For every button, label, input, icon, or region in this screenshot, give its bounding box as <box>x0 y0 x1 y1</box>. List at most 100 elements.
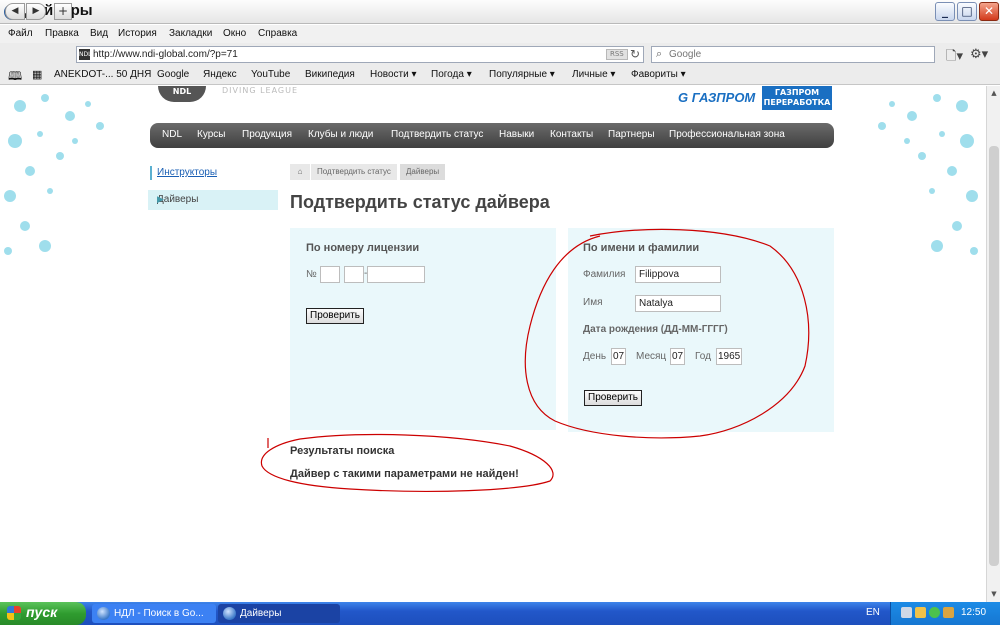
sidebar-item-label[interactable]: Инструкторы <box>157 167 217 178</box>
reload-icon[interactable]: ↻ <box>630 47 640 61</box>
license-number-field[interactable] <box>367 266 425 283</box>
maximize-button[interactable]: □ <box>957 2 977 21</box>
bookmarks-bar: 🕮 ▦ ANEKDOT-... 50 ДНЯ Google Яндекс You… <box>0 66 1000 85</box>
network-icon[interactable] <box>901 607 912 618</box>
surname-field[interactable] <box>635 266 721 283</box>
system-tray: 12:50 <box>890 602 1000 625</box>
license-check-button[interactable]: Проверить <box>306 308 365 324</box>
sidebar-item-instructors[interactable]: Инструкторы <box>148 164 278 184</box>
nav-courses[interactable]: Курсы <box>197 129 225 140</box>
bookmark-anekdot[interactable]: ANEKDOT-... 50 ДНЯ <box>54 69 151 80</box>
site-favicon-icon: NDL <box>79 49 92 60</box>
scroll-up-icon[interactable]: ▲ <box>988 87 1000 99</box>
chevron-right-icon: ▶ <box>157 194 164 204</box>
scroll-down-icon[interactable]: ▼ <box>988 588 1000 600</box>
menu-history[interactable]: История <box>118 28 157 39</box>
nav-pro-zone[interactable]: Профессиональная зона <box>669 129 785 140</box>
license-number-label: № <box>306 269 317 280</box>
results-heading: Результаты поиска <box>290 445 395 457</box>
menu-file[interactable]: Файл <box>8 28 33 39</box>
name-field[interactable] <box>635 295 721 312</box>
nav-clubs[interactable]: Клубы и люди <box>308 129 373 140</box>
vertical-scrollbar[interactable]: ▲ ▼ <box>986 86 1000 602</box>
language-indicator[interactable]: EN <box>866 607 880 618</box>
license-prefix-field[interactable] <box>320 266 340 283</box>
home-icon[interactable]: ⌂ <box>290 164 310 180</box>
dob-label: Дата рождения (ДД-ММ-ГГГГ) <box>583 324 728 335</box>
bookmark-popular[interactable]: Популярные ▾ <box>489 69 555 80</box>
nav-verify-status[interactable]: Подтвердить статус <box>391 129 483 140</box>
search-input[interactable] <box>669 48 929 61</box>
gazprom-pererabotka-logo[interactable]: ГАЗПРОМ ПЕРЕРАБОТКА <box>762 86 832 110</box>
gazprom-logo[interactable]: G ГАЗПРОМ <box>678 90 755 105</box>
menu-view[interactable]: Вид <box>90 28 108 39</box>
nav-ndl[interactable]: NDL <box>162 129 182 140</box>
address-url[interactable]: http://www.ndi-global.com/?p=71 <box>93 49 238 60</box>
bookmark-yandex[interactable]: Яндекс <box>203 69 237 80</box>
bookmark-wikipedia[interactable]: Википедия <box>305 69 355 80</box>
day-field[interactable] <box>611 348 626 365</box>
license-series-field[interactable] <box>344 266 364 283</box>
window-titlebar: Дайверы _ □ ✕ <box>0 0 1000 24</box>
results-message: Дайвер с такими параметрами не найден! <box>290 468 519 480</box>
browser-globe-icon <box>97 607 110 620</box>
month-label: Месяц <box>636 351 667 362</box>
windows-logo-icon <box>7 606 21 620</box>
clock: 12:50 <box>961 607 987 618</box>
scrollbar-thumb[interactable] <box>989 146 999 566</box>
page-title: Подтвердить статус дайвера <box>290 192 550 212</box>
grid-icon[interactable]: ▦ <box>32 68 42 81</box>
menu-bar: Файл Правка Вид История Закладки Окно Сп… <box>0 25 1000 43</box>
day-label: День <box>583 351 607 362</box>
nav-contacts[interactable]: Контакты <box>550 129 593 140</box>
breadcrumb-verify-status[interactable]: Подтвердить статус <box>311 164 397 180</box>
name-form-heading: По имени и фамилии <box>583 242 700 254</box>
address-bar[interactable]: NDL http://www.ndi-global.com/?p=71 RSS … <box>76 46 644 63</box>
add-bookmark-button[interactable]: + <box>54 3 72 20</box>
license-search-form: По номеру лицензии № - Проверить <box>290 228 556 430</box>
open-book-icon[interactable]: 🕮 <box>8 67 22 88</box>
bookmark-favorites[interactable]: Фавориты ▾ <box>631 69 686 80</box>
menu-window[interactable]: Окно <box>223 28 246 39</box>
windows-taskbar: пуск НДЛ - Поиск в Go... Дайверы EN 12:5… <box>0 602 1000 625</box>
site-navigation: NDL Курсы Продукция Клубы и люди Подтвер… <box>150 123 834 148</box>
security-shield-icon[interactable] <box>915 607 926 618</box>
start-button[interactable]: пуск <box>0 602 86 625</box>
menu-help[interactable]: Справка <box>258 28 297 39</box>
minimize-button[interactable]: _ <box>935 2 955 21</box>
name-search-form: По имени и фамилии Фамилия Имя Дата рожд… <box>568 228 834 432</box>
nav-partners[interactable]: Партнеры <box>608 129 655 140</box>
forward-button[interactable]: ▶ <box>26 3 46 20</box>
bookmark-youtube[interactable]: YouTube <box>251 69 290 80</box>
search-box[interactable]: ⌕ <box>651 46 935 63</box>
bookmark-personal[interactable]: Личные ▾ <box>572 69 615 80</box>
year-field[interactable] <box>716 348 742 365</box>
back-button[interactable]: ◀ <box>5 3 25 20</box>
status-icon[interactable] <box>929 607 940 618</box>
close-button[interactable]: ✕ <box>979 2 999 21</box>
ndl-logo[interactable]: NDL <box>158 86 206 102</box>
taskbar-item-ndl-search[interactable]: НДЛ - Поиск в Go... <box>92 604 216 623</box>
bookmark-google[interactable]: Google <box>157 69 189 80</box>
taskbar-item-label: Дайверы <box>240 608 282 619</box>
bookmark-news[interactable]: Новости ▾ <box>370 69 417 80</box>
taskbar-item-label: НДЛ - Поиск в Go... <box>114 608 204 619</box>
search-icon: ⌕ <box>656 47 663 60</box>
start-label: пуск <box>26 604 58 620</box>
year-label: Год <box>695 351 711 362</box>
surname-label: Фамилия <box>583 269 626 280</box>
menu-edit[interactable]: Правка <box>45 28 79 39</box>
name-check-button[interactable]: Проверить <box>584 390 643 406</box>
name-label: Имя <box>583 297 603 308</box>
sidebar-item-divers[interactable]: Дайверы ▶ <box>148 190 278 210</box>
nav-skills[interactable]: Навыки <box>499 129 534 140</box>
license-form-heading: По номеру лицензии <box>306 242 420 254</box>
rss-badge[interactable]: RSS <box>606 49 628 60</box>
volume-icon[interactable] <box>943 607 954 618</box>
month-field[interactable] <box>670 348 685 365</box>
taskbar-item-divers[interactable]: Дайверы <box>218 604 340 623</box>
gear-icon[interactable]: ⚙▾ <box>970 47 988 62</box>
menu-bookmarks[interactable]: Закладки <box>169 28 212 39</box>
nav-products[interactable]: Продукция <box>242 129 292 140</box>
bookmark-weather[interactable]: Погода ▾ <box>431 69 472 80</box>
